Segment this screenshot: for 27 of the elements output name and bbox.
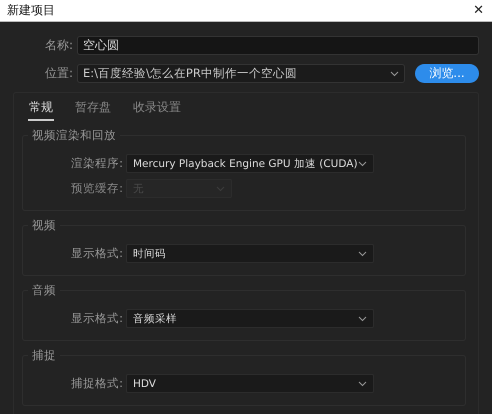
window-title: 新建项目 — [7, 2, 55, 19]
name-field[interactable]: 空心圆 — [77, 36, 479, 55]
chevron-icon — [358, 380, 367, 386]
chevron-icon — [390, 70, 399, 76]
tab[interactable]: 暂存盘 — [74, 97, 112, 121]
tab[interactable]: 常规 — [28, 97, 54, 121]
group-title: 视频渲染和回放 — [28, 128, 120, 143]
chevron-icon — [358, 160, 367, 166]
setting-dropdown[interactable]: 音频采样 — [126, 309, 374, 328]
setting-dropdown[interactable]: Mercury Playback Engine GPU 加速 (CUDA) — [126, 154, 374, 173]
setting-label: 捕捉格式: — [70, 376, 124, 391]
field-label: 名称: — [44, 37, 74, 54]
setting-label: 预览缓存: — [70, 181, 124, 196]
tab[interactable]: 收录设置 — [132, 97, 182, 121]
group-title: 音频 — [28, 283, 60, 298]
setting-dropdown[interactable]: 时间码 — [126, 244, 374, 263]
field-label: 位置: — [44, 65, 74, 82]
location-dropdown[interactable]: E:\百度经验\怎么在PR中制作一个空心圆 — [77, 64, 405, 83]
setting-dropdown[interactable]: HDV — [126, 374, 374, 393]
group-title: 捕捉 — [28, 348, 60, 363]
chevron-icon — [358, 250, 367, 256]
group-title: 视频 — [28, 218, 60, 233]
setting-label: 显示格式: — [70, 311, 124, 326]
close-button[interactable]: ✕ — [471, 3, 486, 18]
chevron-icon — [358, 316, 367, 322]
setting-label: 渲染程序: — [70, 156, 124, 171]
setting-label: 显示格式: — [70, 246, 124, 261]
